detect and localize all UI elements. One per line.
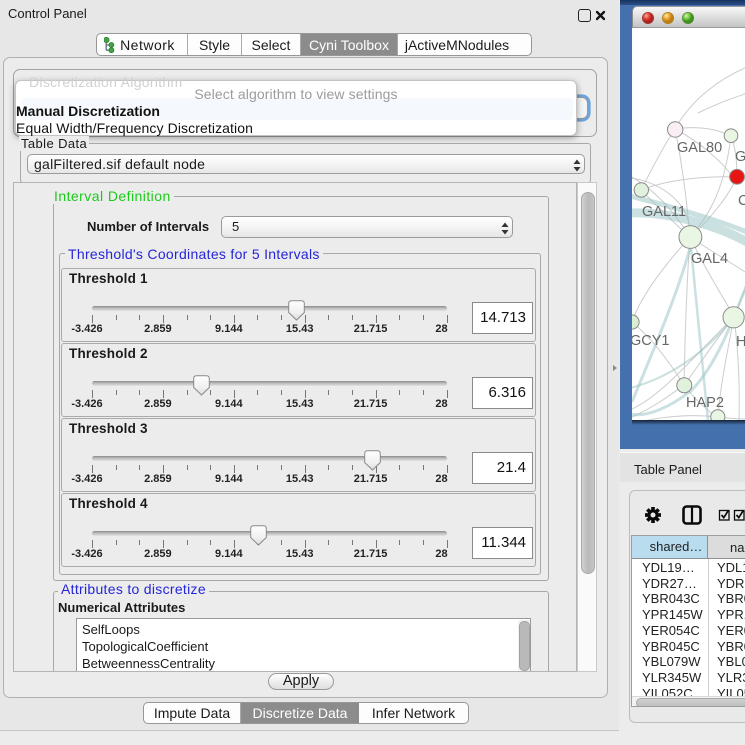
svg-text:GAL80: GAL80 bbox=[677, 140, 722, 156]
svg-text:HAP2: HAP2 bbox=[686, 395, 724, 411]
svg-text:H: H bbox=[736, 334, 745, 350]
svg-text:GA: GA bbox=[735, 149, 745, 165]
svg-text:C: C bbox=[738, 193, 745, 209]
svg-text:GAL11: GAL11 bbox=[642, 204, 686, 220]
svg-text:GAL4: GAL4 bbox=[691, 251, 728, 267]
svg-text:GCY1: GCY1 bbox=[632, 333, 670, 349]
